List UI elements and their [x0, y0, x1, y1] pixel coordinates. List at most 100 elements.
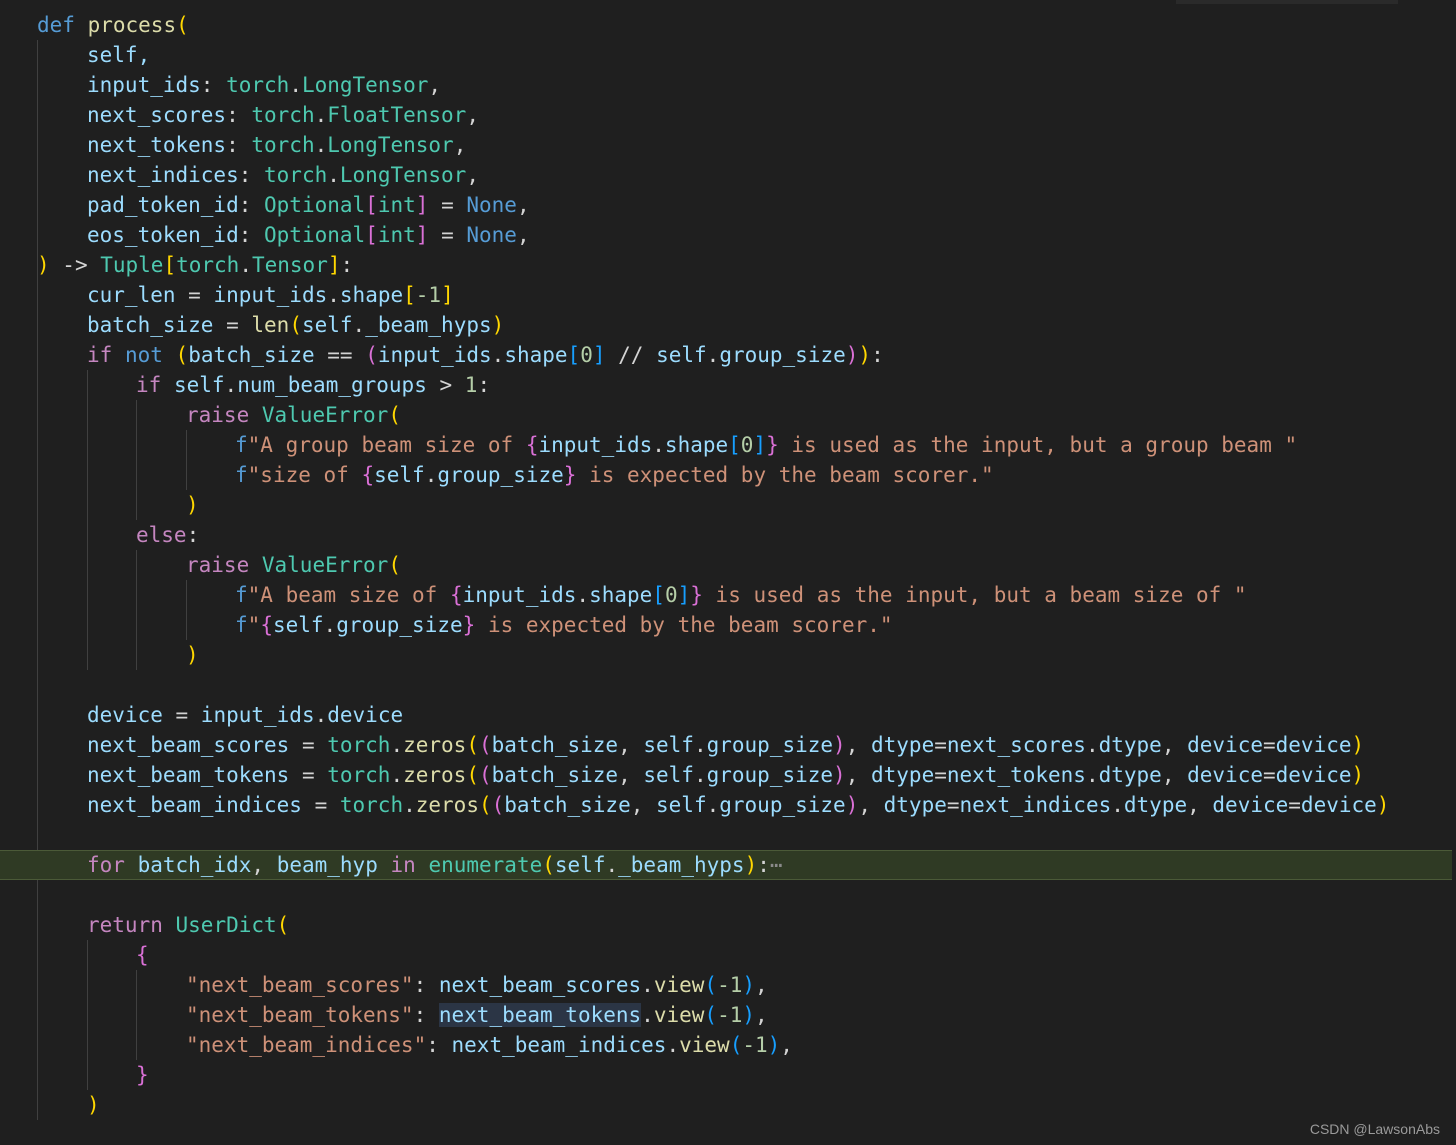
code-line[interactable]: eos_token_id: Optional[int] = None, — [0, 220, 1452, 250]
code-line[interactable]: input_ids: torch.LongTensor, — [0, 70, 1452, 100]
code-line[interactable]: "next_beam_scores": next_beam_scores.vie… — [0, 970, 1452, 1000]
code-line[interactable]: def process( — [0, 10, 1452, 40]
code-line[interactable]: return UserDict( — [0, 910, 1452, 940]
string: "A group beam size of — [247, 433, 526, 457]
else-keyword: else — [136, 523, 187, 547]
number: -1 — [415, 283, 442, 307]
code-token: . — [641, 1003, 654, 1027]
if-keyword: if — [87, 343, 113, 367]
scrollbar-thumb[interactable] — [1176, 0, 1398, 4]
param-name: input_ids — [87, 73, 201, 97]
string: " — [247, 613, 261, 637]
param-name: pad_token_id — [87, 193, 239, 217]
code-line[interactable]: raise ValueError( — [0, 400, 1452, 430]
attribute: group_size — [336, 613, 463, 637]
code-token: , — [251, 853, 277, 877]
attribute: _beam_hyps — [618, 853, 745, 877]
bracket: ] — [327, 253, 341, 277]
code-token: : — [226, 103, 252, 127]
code-token: . — [491, 343, 505, 367]
code-token: . — [1085, 763, 1099, 787]
code-line[interactable]: next_beam_tokens = torch.zeros((batch_si… — [0, 760, 1452, 790]
string: "A beam size of — [247, 583, 450, 607]
module-name: torch — [251, 133, 315, 157]
variable: device — [1275, 763, 1352, 787]
number: 0 — [664, 583, 678, 607]
keyword-arg: dtype — [883, 793, 947, 817]
paren: ) — [186, 493, 199, 517]
number: 0 — [740, 433, 754, 457]
code-line[interactable]: f"A beam size of {input_ids.shape[0]} is… — [0, 580, 1452, 610]
code-line[interactable]: next_tokens: torch.LongTensor, — [0, 130, 1452, 160]
code-line[interactable]: "next_beam_tokens": next_beam_tokens.vie… — [0, 1000, 1452, 1030]
code-token: = — [175, 283, 214, 307]
type-name: LongTensor — [339, 163, 467, 187]
code-line[interactable]: ) — [0, 490, 1452, 520]
code-line[interactable]: raise ValueError( — [0, 550, 1452, 580]
code-line[interactable]: { — [0, 940, 1452, 970]
exception-class: ValueError — [261, 553, 389, 577]
number: -1 — [717, 1003, 743, 1027]
code-token: , — [755, 973, 768, 997]
code-token: = — [934, 763, 947, 787]
code-line[interactable]: next_scores: torch.FloatTensor, — [0, 100, 1452, 130]
fold-ellipsis-icon[interactable]: ⋯ — [770, 853, 783, 877]
variable: input_ids — [200, 703, 315, 727]
module-name: torch — [327, 763, 391, 787]
code-token: == — [314, 343, 366, 367]
paren: ) — [742, 973, 756, 997]
variable: input_ids — [538, 433, 653, 457]
code-line[interactable]: } — [0, 1060, 1452, 1090]
code-token: . — [289, 73, 302, 97]
paren: ) — [37, 253, 50, 277]
def-keyword: def — [37, 13, 75, 37]
code-line[interactable]: f"A group beam size of {input_ids.shape[… — [0, 430, 1452, 460]
paren: ) — [186, 643, 199, 667]
code-token: : — [413, 1003, 439, 1027]
code-token: = — [1288, 793, 1301, 817]
code-line[interactable]: batch_size = len(self._beam_hyps) — [0, 310, 1452, 340]
code-line[interactable]: next_indices: torch.LongTensor, — [0, 160, 1452, 190]
keyword-arg: device — [1187, 763, 1263, 787]
code-line[interactable]: ) — [0, 1090, 1452, 1120]
code-token: . — [693, 763, 707, 787]
code-token: , — [453, 133, 467, 157]
paren: ) — [742, 1003, 756, 1027]
code-line[interactable]: if not (batch_size == (input_ids.shape[0… — [0, 340, 1452, 370]
paren: ) — [767, 1033, 781, 1057]
function-call: zeros — [403, 733, 467, 757]
code-line[interactable]: "next_beam_indices": next_beam_indices.v… — [0, 1030, 1452, 1060]
code-line[interactable]: else: — [0, 520, 1452, 550]
code-line[interactable]: f"{self.group_size} is expected by the b… — [0, 610, 1452, 640]
code-line[interactable]: cur_len = input_ids.shape[-1] — [0, 280, 1452, 310]
code-line[interactable]: next_beam_indices = torch.zeros((batch_s… — [0, 790, 1452, 820]
code-line[interactable]: ) — [0, 640, 1452, 670]
paren: ) — [491, 313, 505, 337]
code-line[interactable]: self, — [0, 40, 1452, 70]
code-token: , — [428, 73, 442, 97]
attribute: _beam_hyps — [365, 313, 492, 337]
folded-code-line[interactable]: for batch_idx, beam_hyp in enumerate(sel… — [0, 850, 1452, 880]
code-token: . — [327, 163, 340, 187]
code-token: , — [755, 1003, 768, 1027]
code-line[interactable]: if self.num_beam_groups > 1: — [0, 370, 1452, 400]
number: -1 — [717, 973, 743, 997]
code-line[interactable]: f"size of {self.group_size} is expected … — [0, 460, 1452, 490]
code-line[interactable]: pad_token_id: Optional[int] = None, — [0, 190, 1452, 220]
code-line[interactable]: next_beam_scores = torch.zeros((batch_si… — [0, 730, 1452, 760]
code-token: : — [238, 193, 265, 217]
code-token: . — [706, 793, 720, 817]
variable: device — [1275, 733, 1352, 757]
code-token: . — [1085, 733, 1099, 757]
code-token: . — [1111, 793, 1124, 817]
code-line[interactable]: ) -> Tuple[torch.Tensor]: — [0, 250, 1452, 280]
code-line[interactable]: device = input_ids.device — [0, 700, 1452, 730]
code-token: , — [1161, 733, 1188, 757]
code-editor[interactable]: def process( self, input_ids: torch.Long… — [0, 0, 1456, 1145]
code-token: . — [666, 1033, 680, 1057]
variable: beam_hyp — [276, 853, 378, 877]
brace: { — [361, 463, 375, 487]
